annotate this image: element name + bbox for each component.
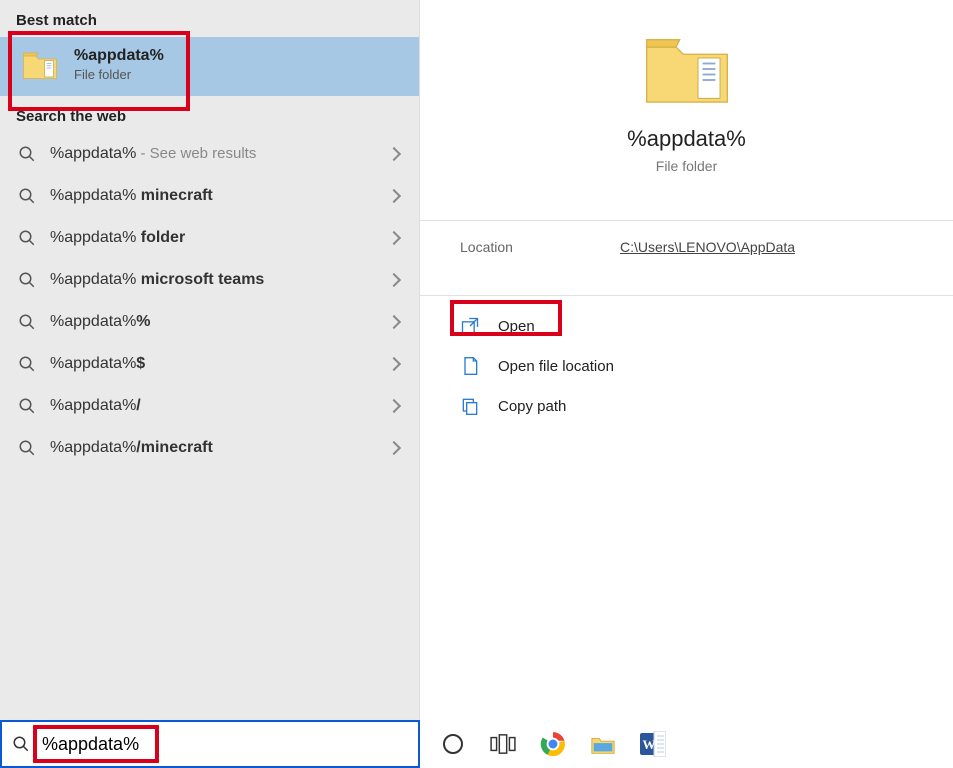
search-icon (18, 355, 36, 373)
best-match-subtitle: File folder (74, 67, 164, 82)
open-label: Open (498, 318, 535, 335)
chevron-right-icon (387, 399, 401, 413)
location-value[interactable]: C:\Users\LENOVO\AppData (620, 239, 795, 255)
preview-subtitle: File folder (656, 158, 717, 174)
web-result-item[interactable]: %appdata% - See web results (0, 133, 419, 175)
file-location-icon (460, 356, 480, 376)
chevron-right-icon (387, 357, 401, 371)
web-result-item[interactable]: %appdata% microsoft teams (0, 259, 419, 301)
copy-icon (460, 396, 480, 416)
open-file-location-label: Open file location (498, 358, 614, 375)
web-result-item[interactable]: %appdata%/minecraft (0, 427, 419, 469)
word-icon[interactable]: W (640, 731, 666, 757)
open-icon (460, 316, 480, 336)
svg-text:W: W (643, 737, 656, 752)
chevron-right-icon (387, 231, 401, 245)
search-results-panel: Best match %appdata% File folder Search … (0, 0, 420, 720)
file-explorer-icon[interactable] (590, 731, 616, 757)
preview-panel: %appdata% File folder Location C:\Users\… (420, 0, 953, 720)
cortana-icon[interactable] (440, 731, 466, 757)
taskbar-search-box[interactable] (0, 720, 420, 768)
search-icon (18, 187, 36, 205)
folder-icon (22, 49, 58, 81)
best-match-header: Best match (0, 0, 419, 37)
taskbar: W (0, 720, 953, 768)
search-icon (18, 439, 36, 457)
search-icon (18, 397, 36, 415)
search-input[interactable] (38, 728, 408, 761)
search-icon (18, 145, 36, 163)
chevron-right-icon (387, 315, 401, 329)
best-match-result[interactable]: %appdata% File folder (0, 37, 419, 96)
task-view-icon[interactable] (490, 731, 516, 757)
best-match-title: %appdata% (74, 47, 164, 65)
open-action[interactable]: Open (460, 306, 953, 346)
search-icon (18, 271, 36, 289)
preview-title: %appdata% (627, 126, 746, 152)
open-file-location-action[interactable]: Open file location (460, 346, 953, 386)
search-icon (18, 313, 36, 331)
web-results-list: %appdata% - See web results %appdata% mi… (0, 133, 419, 469)
location-label: Location (460, 239, 620, 255)
web-result-item[interactable]: %appdata%$ (0, 343, 419, 385)
copy-path-action[interactable]: Copy path (460, 386, 953, 426)
web-result-item[interactable]: %appdata%/ (0, 385, 419, 427)
chevron-right-icon (387, 189, 401, 203)
chrome-icon[interactable] (540, 731, 566, 757)
search-web-header: Search the web (0, 96, 419, 133)
chevron-right-icon (387, 273, 401, 287)
chevron-right-icon (387, 441, 401, 455)
chevron-right-icon (387, 147, 401, 161)
copy-path-label: Copy path (498, 398, 566, 415)
search-icon (12, 735, 30, 753)
web-result-item[interactable]: %appdata% minecraft (0, 175, 419, 217)
folder-icon (643, 30, 731, 108)
search-icon (18, 229, 36, 247)
web-result-item[interactable]: %appdata%% (0, 301, 419, 343)
web-result-item[interactable]: %appdata% folder (0, 217, 419, 259)
